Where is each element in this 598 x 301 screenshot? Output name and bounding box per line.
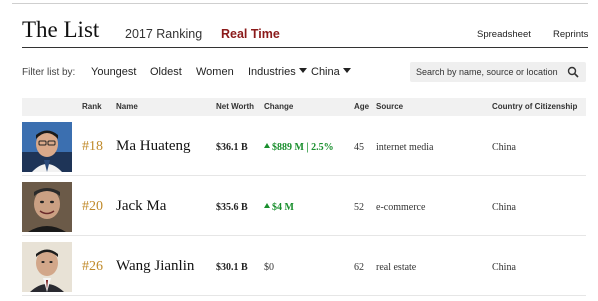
table-row[interactable]: #26 Wang Jianlin $30.1 B $0 62 real esta… (22, 238, 586, 296)
filter-oldest[interactable]: Oldest (150, 66, 182, 78)
age-value: 52 (354, 202, 364, 213)
search-input[interactable] (416, 65, 562, 79)
col-source[interactable]: Source (376, 102, 403, 111)
table-row[interactable]: #20 Jack Ma $35.6 B $4 M 52 e-commerce C… (22, 178, 586, 236)
age-value: 62 (354, 262, 364, 273)
net-worth: $30.1 B (216, 262, 248, 273)
col-rank[interactable]: Rank (82, 102, 102, 111)
tab-real-time[interactable]: Real Time (221, 27, 280, 41)
search-box[interactable] (410, 62, 586, 82)
change-value: $4 M (264, 202, 294, 213)
spreadsheet-link[interactable]: Spreadsheet (477, 29, 531, 40)
arrow-up-icon (264, 203, 270, 208)
filter-women[interactable]: Women (196, 66, 234, 78)
col-change[interactable]: Change (264, 102, 293, 111)
avatar[interactable] (22, 182, 72, 232)
industries-label: Industries (248, 66, 296, 78)
filter-label: Filter list by: (22, 67, 76, 78)
search-icon[interactable] (567, 66, 579, 78)
rank-value: #20 (82, 199, 103, 214)
net-worth: $36.1 B (216, 142, 248, 153)
source-value: internet media (376, 142, 434, 153)
chevron-down-icon (342, 68, 351, 73)
country-value: China (492, 262, 516, 273)
rank-value: #26 (82, 259, 103, 274)
net-worth: $35.6 B (216, 202, 248, 213)
source-value: e-commerce (376, 202, 426, 213)
col-name[interactable]: Name (116, 102, 138, 111)
country-value: China (492, 142, 516, 153)
table-row[interactable]: #18 Ma Huateng $36.1 B $889 M | 2.5% 45 … (22, 118, 586, 176)
age-value: 45 (354, 142, 364, 153)
page-title: The List (22, 17, 100, 42)
tab-2017-ranking[interactable]: 2017 Ranking (125, 27, 202, 41)
change-text: $889 M | 2.5% (272, 142, 334, 153)
filter-country-dropdown[interactable]: China (311, 66, 351, 78)
table-header: Rank Name Net Worth Change Age Source Co… (22, 98, 586, 116)
top-divider (12, 3, 588, 4)
avatar[interactable] (22, 122, 72, 172)
person-name[interactable]: Wang Jianlin (116, 258, 194, 275)
change-value: $889 M | 2.5% (264, 142, 334, 153)
col-country[interactable]: Country of Citizenship (492, 102, 577, 111)
change-value: $0 (264, 262, 274, 273)
filter-youngest[interactable]: Youngest (91, 66, 136, 78)
reprints-link[interactable]: Reprints (553, 29, 588, 40)
source-value: real estate (376, 262, 417, 273)
avatar[interactable] (22, 242, 72, 292)
arrow-up-icon (264, 143, 270, 148)
filter-industries-dropdown[interactable]: Industries (248, 66, 307, 78)
list-header: The List 2017 Ranking Real Time Spreadsh… (22, 12, 588, 48)
change-text: $4 M (272, 202, 294, 213)
person-name[interactable]: Ma Huateng (116, 138, 191, 155)
country-value: China (492, 202, 516, 213)
rank-value: #18 (82, 139, 103, 154)
col-net-worth[interactable]: Net Worth (216, 102, 254, 111)
chevron-down-icon (298, 68, 307, 73)
country-label: China (311, 66, 340, 78)
person-name[interactable]: Jack Ma (116, 198, 166, 215)
col-age[interactable]: Age (354, 102, 369, 111)
